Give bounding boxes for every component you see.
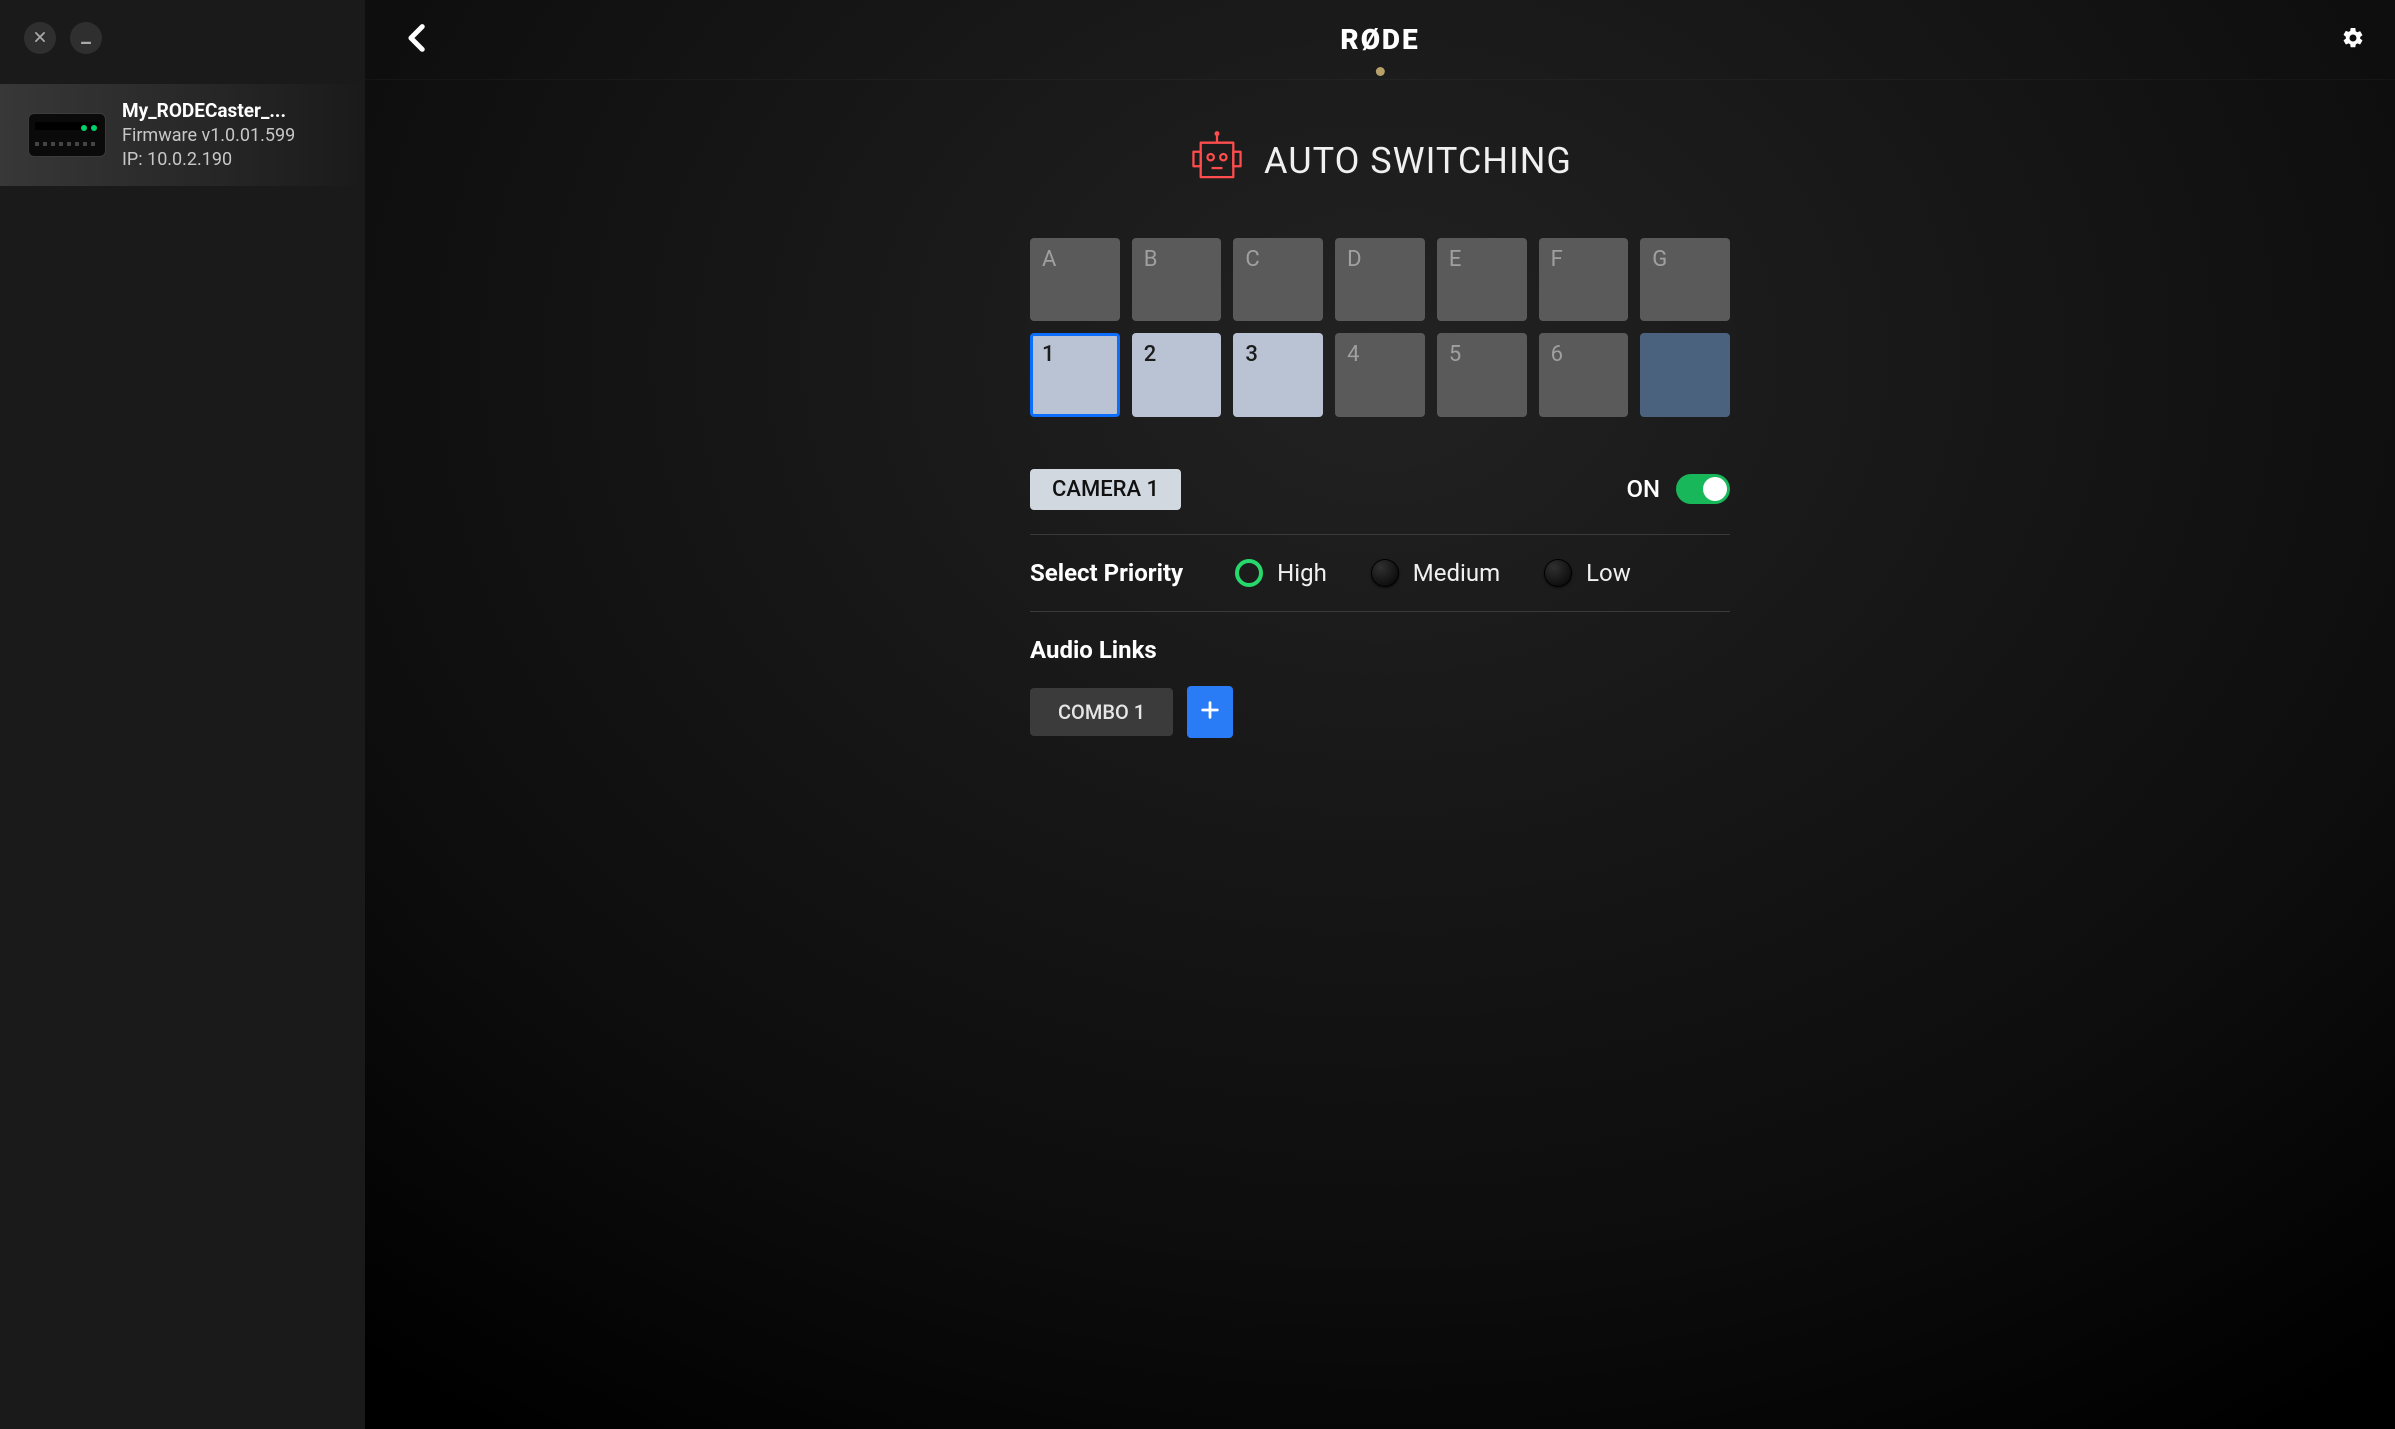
scene-cell-B[interactable]: B	[1132, 238, 1222, 321]
scene-cell-label: G	[1652, 247, 1667, 272]
scene-cell-label: D	[1347, 247, 1361, 272]
robot-icon	[1188, 130, 1246, 192]
scene-cell-6[interactable]: 6	[1539, 333, 1629, 416]
radio-label: High	[1277, 559, 1327, 587]
scene-cell-F[interactable]: F	[1539, 238, 1629, 321]
gear-icon	[2341, 35, 2365, 54]
camera-row: CAMERA 1 ON	[1030, 435, 1730, 534]
scene-cell-5[interactable]: 5	[1437, 333, 1527, 416]
scene-cell-label: A	[1042, 247, 1056, 272]
scene-cell-label: B	[1144, 247, 1158, 272]
scene-cell-label: 3	[1245, 342, 1258, 367]
device-ip: IP: 10.0.2.190	[122, 148, 295, 172]
scene-cell-label: 2	[1144, 342, 1157, 367]
priority-option-low[interactable]: Low	[1544, 559, 1631, 587]
audio-link-chip[interactable]: COMBO 1	[1030, 688, 1173, 736]
main-area: RØDE RØDE	[365, 0, 2395, 1429]
scene-cell-D[interactable]: D	[1335, 238, 1425, 321]
device-name: My_RODECaster_...	[122, 98, 295, 124]
priority-option-high[interactable]: High	[1235, 559, 1327, 587]
device-thumbnail	[28, 113, 106, 157]
scene-cell-label: C	[1245, 247, 1259, 272]
audio-links-label: Audio Links	[1030, 636, 1730, 664]
scene-cell-G[interactable]: G	[1640, 238, 1730, 321]
scene-cell-3[interactable]: 3	[1233, 333, 1323, 416]
radio-label: Medium	[1413, 559, 1500, 587]
scene-cell-blank[interactable]	[1640, 333, 1730, 416]
scene-cell-2[interactable]: 2	[1132, 333, 1222, 416]
priority-label: Select Priority	[1030, 559, 1183, 587]
scene-cell-label: 6	[1551, 342, 1563, 367]
indicator-dot	[1375, 67, 1384, 76]
plus-icon	[1199, 699, 1221, 725]
topbar: RØDE RØDE	[365, 0, 2395, 80]
device-firmware: Firmware v1.0.01.599	[122, 124, 295, 148]
add-audio-link-button[interactable]	[1187, 686, 1233, 738]
toggle-knob	[1703, 477, 1727, 501]
camera-toggle[interactable]	[1676, 474, 1730, 504]
scene-cell-A[interactable]: A	[1030, 238, 1120, 321]
minimize-button[interactable]: _	[70, 22, 102, 54]
scene-grid: A B C D E F G 1 2 3 4 5 6	[1030, 238, 1730, 417]
close-button[interactable]	[24, 22, 56, 54]
priority-row: Select Priority High Medium Low	[1030, 534, 1730, 611]
scene-cell-label: E	[1449, 247, 1462, 272]
radio-icon	[1235, 559, 1263, 587]
toggle-state-label: ON	[1626, 475, 1660, 503]
scene-cell-label: 1	[1042, 342, 1055, 367]
settings-button[interactable]	[2341, 26, 2365, 54]
device-card[interactable]: My_RODECaster_... Firmware v1.0.01.599 I…	[0, 84, 365, 186]
chevron-left-icon	[401, 40, 435, 59]
page-title: AUTO SWITCHING	[1264, 140, 1572, 182]
priority-radio-group: High Medium Low	[1235, 559, 1631, 587]
camera-chip[interactable]: CAMERA 1	[1030, 469, 1181, 510]
radio-icon	[1371, 559, 1399, 587]
scene-cell-C[interactable]: C	[1233, 238, 1323, 321]
back-button[interactable]	[401, 21, 435, 59]
radio-label: Low	[1586, 559, 1631, 587]
scene-cell-label: 5	[1449, 342, 1461, 367]
scene-cell-4[interactable]: 4	[1335, 333, 1425, 416]
scene-cell-1[interactable]: 1	[1030, 333, 1120, 416]
sidebar: _ My_RODECaster_... Firmware v1.0.01.599…	[0, 0, 365, 1429]
radio-icon	[1544, 559, 1572, 587]
scene-cell-label: 4	[1347, 342, 1359, 367]
close-icon	[33, 29, 47, 48]
audio-links-section: Audio Links COMBO 1	[1030, 611, 1730, 738]
scene-cell-E[interactable]: E	[1437, 238, 1527, 321]
priority-option-medium[interactable]: Medium	[1371, 559, 1500, 587]
scene-cell-label: F	[1551, 247, 1563, 272]
